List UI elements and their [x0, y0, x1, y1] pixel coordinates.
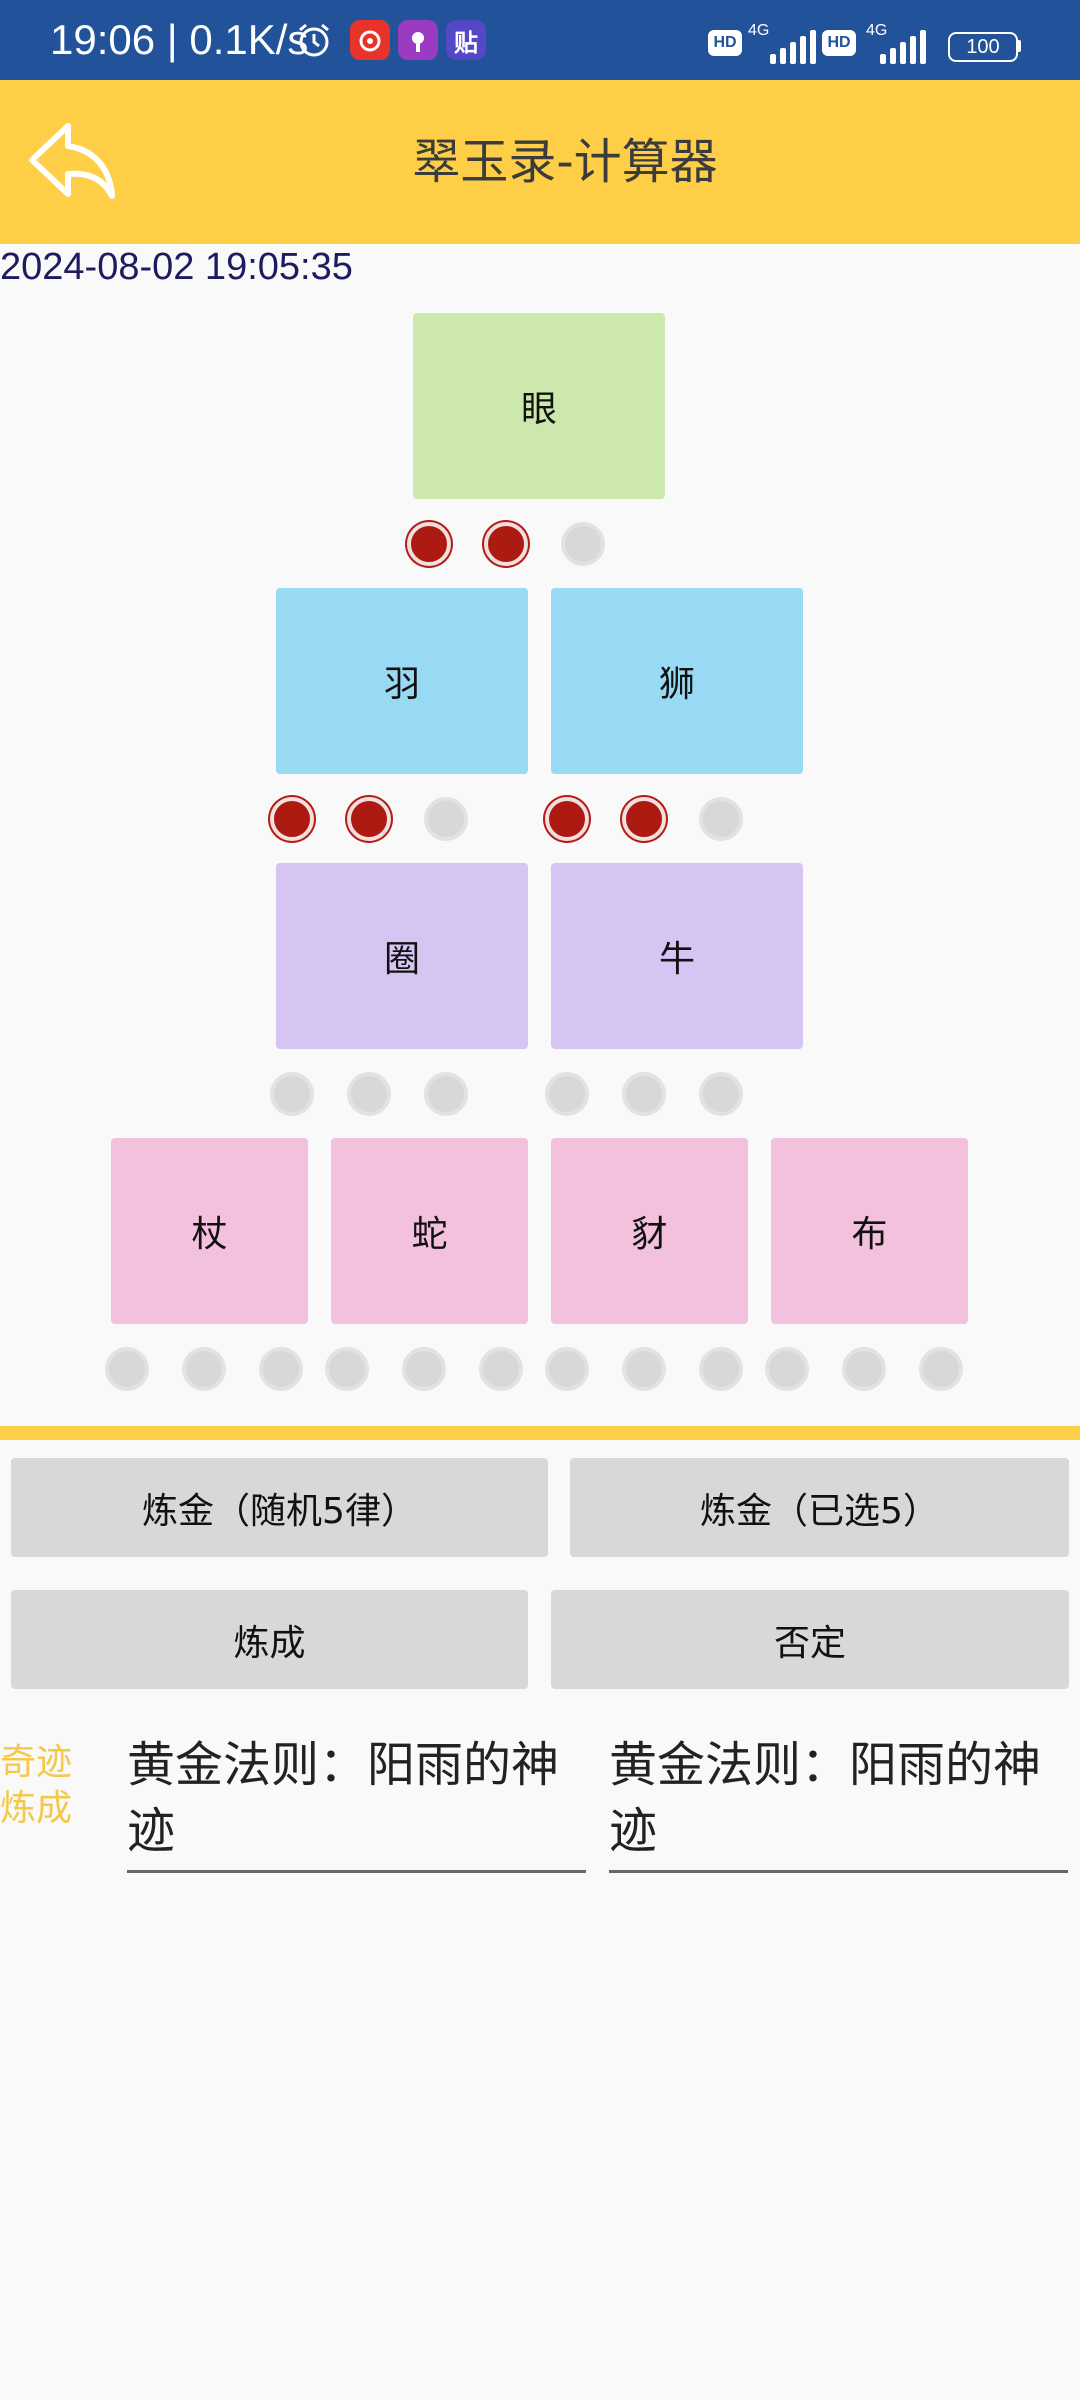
- selection-dot-inactive[interactable]: [561, 522, 605, 566]
- alchemy-selected-button[interactable]: 炼金（已选5）: [570, 1458, 1069, 1557]
- block-cloth[interactable]: 布: [771, 1138, 968, 1324]
- battery-tip: [1016, 40, 1021, 52]
- section-divider: [0, 1426, 1080, 1440]
- selection-dot-inactive[interactable]: [699, 1347, 743, 1391]
- miracle-label: 奇迹炼成: [0, 1742, 73, 1829]
- alarm-icon: [294, 20, 334, 60]
- selection-dot-inactive[interactable]: [622, 1072, 666, 1116]
- timestamp: 2024-08-02 19:05:35: [0, 246, 353, 288]
- network-type-1: 4G: [748, 22, 770, 39]
- selection-dot-inactive[interactable]: [105, 1347, 149, 1391]
- block-staff[interactable]: 杖: [111, 1138, 308, 1324]
- miracle-result-left[interactable]: 黄金法则：阳雨的神迹: [127, 1732, 586, 1873]
- signal-icon: [880, 30, 926, 64]
- status-bar: 19:06 | 0.1K/s 贴 HD 4G HD 4G 100: [0, 0, 1080, 80]
- signal-icon: [770, 30, 816, 64]
- selection-dot-inactive[interactable]: [545, 1072, 589, 1116]
- selection-dot-inactive[interactable]: [424, 1072, 468, 1116]
- selection-dot-active[interactable]: [484, 522, 528, 566]
- alchemy-random-button[interactable]: 炼金（随机5律）: [11, 1458, 548, 1557]
- selection-dot-active[interactable]: [545, 797, 589, 841]
- selection-dot-inactive[interactable]: [402, 1347, 446, 1391]
- selection-dot-inactive[interactable]: [424, 797, 468, 841]
- hd-badge-1: HD: [708, 30, 742, 56]
- selection-dot-inactive[interactable]: [270, 1072, 314, 1116]
- selection-dot-active[interactable]: [270, 797, 314, 841]
- block-feather[interactable]: 羽: [276, 588, 528, 774]
- selection-dot-inactive[interactable]: [479, 1347, 523, 1391]
- selection-dot-inactive[interactable]: [842, 1347, 886, 1391]
- block-leopard[interactable]: 豺: [551, 1138, 748, 1324]
- miracle-result-right[interactable]: 黄金法则：阳雨的神迹: [609, 1732, 1068, 1873]
- battery-indicator: 100: [948, 32, 1018, 62]
- podcast-icon: [398, 20, 438, 60]
- block-snake[interactable]: 蛇: [331, 1138, 528, 1324]
- complete-button[interactable]: 炼成: [11, 1590, 528, 1689]
- block-lion[interactable]: 狮: [551, 588, 803, 774]
- selection-dot-inactive[interactable]: [259, 1347, 303, 1391]
- netease-music-icon: [350, 20, 390, 60]
- selection-dot-inactive[interactable]: [919, 1347, 963, 1391]
- selection-dot-inactive[interactable]: [622, 1347, 666, 1391]
- selection-dot-active[interactable]: [407, 522, 451, 566]
- app-bar: 翠玉录-计算器: [0, 80, 1080, 244]
- selection-dot-inactive[interactable]: [545, 1347, 589, 1391]
- deny-button[interactable]: 否定: [551, 1590, 1069, 1689]
- selection-dot-inactive[interactable]: [325, 1347, 369, 1391]
- block-ox[interactable]: 牛: [551, 863, 803, 1049]
- page-title: 翠玉录-计算器: [412, 134, 718, 190]
- selection-dot-active[interactable]: [622, 797, 666, 841]
- selection-dot-inactive[interactable]: [182, 1347, 226, 1391]
- block-eye[interactable]: 眼: [413, 313, 665, 499]
- selection-dot-inactive[interactable]: [699, 1072, 743, 1116]
- selection-dot-active[interactable]: [347, 797, 391, 841]
- block-ring[interactable]: 圈: [276, 863, 528, 1049]
- hd-badge-2: HD: [822, 30, 856, 56]
- selection-dot-inactive[interactable]: [347, 1072, 391, 1116]
- status-time: 19:06 | 0.1K/s: [50, 16, 309, 63]
- selection-dot-inactive[interactable]: [765, 1347, 809, 1391]
- tieba-icon: 贴: [446, 20, 486, 60]
- selection-dot-inactive[interactable]: [699, 797, 743, 841]
